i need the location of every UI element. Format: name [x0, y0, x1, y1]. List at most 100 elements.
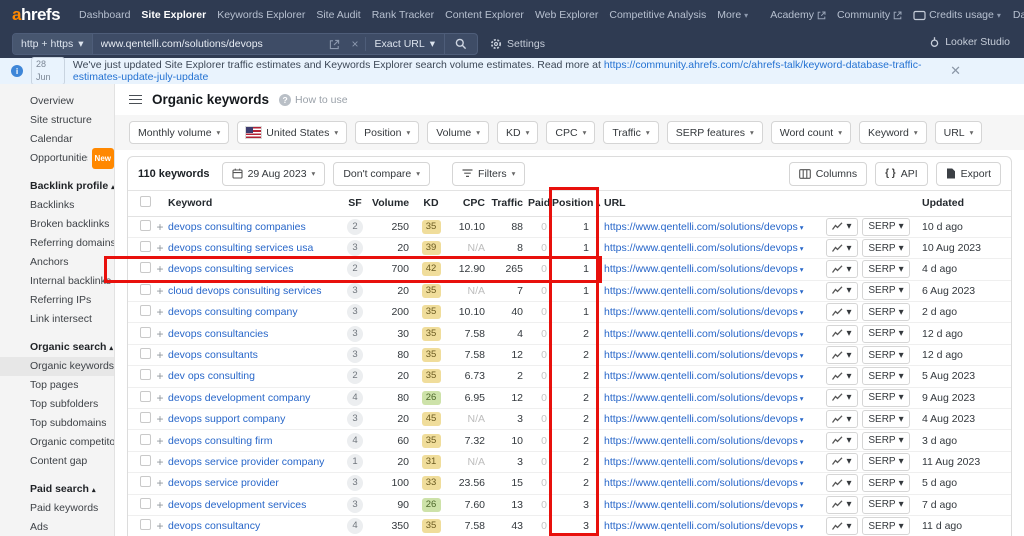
serp-button[interactable]: SERP ▾ — [862, 260, 910, 279]
expand-plus-icon[interactable]: + — [156, 391, 163, 405]
sidebar-section-header[interactable]: Organic search ▴ — [0, 338, 114, 357]
topnav-item[interactable]: Web Explorer — [535, 9, 598, 21]
serp-button[interactable]: SERP ▾ — [862, 303, 910, 322]
trend-chart-button[interactable]: ▾ — [826, 303, 858, 322]
sidebar-item[interactable]: Paid keywords — [0, 499, 114, 518]
expand-plus-icon[interactable]: + — [156, 284, 163, 298]
row-checkbox[interactable] — [139, 219, 151, 231]
sidebar-section-header[interactable]: Backlink profile ▴ — [0, 177, 114, 196]
keyword-link[interactable]: dev ops consulting — [168, 370, 255, 382]
expand-plus-icon[interactable]: + — [156, 220, 163, 234]
trend-chart-button[interactable]: ▾ — [826, 431, 858, 450]
keyword-link[interactable]: devops consultants — [168, 349, 258, 361]
trend-chart-button[interactable]: ▾ — [826, 388, 858, 407]
row-checkbox[interactable] — [139, 348, 151, 360]
row-checkbox[interactable] — [139, 241, 151, 253]
url-link[interactable]: https://www.qentelli.com/solutions/devop… — [604, 435, 804, 447]
trend-chart-button[interactable]: ▾ — [826, 474, 858, 493]
credits-usage-menu[interactable]: Credits usage ▾ — [913, 9, 1001, 21]
keyword-link[interactable]: devops development company — [168, 392, 310, 404]
keyword-link[interactable]: devops development services — [168, 499, 306, 511]
serp-button[interactable]: SERP ▾ — [862, 452, 910, 471]
clear-input-icon[interactable]: × — [346, 37, 365, 51]
sidebar-item[interactable]: Link intersect — [0, 310, 114, 329]
search-button[interactable] — [444, 34, 477, 54]
keyword-link[interactable]: devops consultancy — [168, 520, 260, 532]
serp-button[interactable]: SERP ▾ — [862, 217, 910, 236]
sidebar-item[interactable]: Top pages — [0, 376, 114, 395]
protocol-select[interactable]: http + https ▾ — [13, 34, 93, 54]
serp-button[interactable]: SERP ▾ — [862, 474, 910, 493]
trend-chart-button[interactable]: ▾ — [826, 324, 858, 343]
trend-chart-button[interactable]: ▾ — [826, 517, 858, 536]
sidebar-item[interactable]: Top subdomains — [0, 414, 114, 433]
looker-studio-button[interactable]: Looker Studio — [929, 36, 1010, 48]
expand-plus-icon[interactable]: + — [156, 455, 163, 469]
sidebar-item[interactable]: Anchors — [0, 253, 114, 272]
open-external-icon[interactable] — [323, 39, 346, 50]
col-updated[interactable]: Updated — [912, 191, 1011, 217]
filter-pill[interactable]: URL ▾ — [934, 121, 983, 144]
ahrefs-logo[interactable]: ahrefs — [12, 5, 61, 25]
col-position-sorted[interactable]: Position ▴ — [552, 191, 600, 217]
topnav-item[interactable]: More ▾ — [717, 9, 748, 21]
topnav-item[interactable]: Content Explorer — [445, 9, 524, 21]
row-checkbox[interactable] — [139, 305, 151, 317]
settings-button[interactable]: Settings — [490, 38, 545, 50]
target-url-input[interactable] — [92, 38, 323, 50]
filters-button[interactable]: Filters ▾ — [452, 161, 526, 186]
row-checkbox[interactable] — [139, 454, 151, 466]
sidebar-item[interactable]: Overview — [0, 92, 114, 111]
trend-chart-button[interactable]: ▾ — [826, 239, 858, 258]
topnav-item[interactable]: Rank Tracker — [372, 9, 434, 21]
row-checkbox[interactable] — [139, 433, 151, 445]
url-link[interactable]: https://www.qentelli.com/solutions/devop… — [604, 520, 804, 532]
expand-plus-icon[interactable]: + — [156, 498, 163, 512]
serp-button[interactable]: SERP ▾ — [862, 410, 910, 429]
keyword-link[interactable]: devops consulting services — [168, 263, 293, 275]
sidebar-item[interactable]: Backlinks — [0, 196, 114, 215]
topnav-item[interactable]: Dashboard — [79, 9, 130, 21]
row-checkbox[interactable] — [139, 497, 151, 509]
api-button[interactable]: { } API — [875, 161, 928, 186]
sidebar-item[interactable]: Broken backlinks — [0, 215, 114, 234]
url-link[interactable]: https://www.qentelli.com/solutions/devop… — [604, 477, 804, 489]
serp-button[interactable]: SERP ▾ — [862, 431, 910, 450]
sidebar-item[interactable]: Calendar — [0, 130, 114, 149]
collapse-sidebar-icon[interactable] — [129, 94, 142, 105]
url-link[interactable]: https://www.qentelli.com/solutions/devop… — [604, 349, 804, 361]
trend-chart-button[interactable]: ▾ — [826, 367, 858, 386]
topnav-item[interactable]: Site Audit — [316, 9, 360, 21]
keyword-link[interactable]: devops consulting services usa — [168, 242, 313, 254]
serp-button[interactable]: SERP ▾ — [862, 346, 910, 365]
row-checkbox[interactable] — [139, 369, 151, 381]
export-button[interactable]: Export — [935, 161, 1001, 186]
topnav-item-external[interactable]: Community — [837, 9, 902, 21]
serp-button[interactable]: SERP ▾ — [862, 388, 910, 407]
url-link[interactable]: https://www.qentelli.com/solutions/devop… — [604, 242, 804, 254]
expand-plus-icon[interactable]: + — [156, 476, 163, 490]
keyword-link[interactable]: devops consulting firm — [168, 435, 272, 447]
mode-select[interactable]: Exact URL ▾ — [366, 38, 444, 50]
expand-plus-icon[interactable]: + — [156, 369, 163, 383]
workspace-menu[interactable]: Daniel's workspace▾ — [1013, 9, 1024, 21]
expand-plus-icon[interactable]: + — [156, 348, 163, 362]
row-checkbox[interactable] — [139, 519, 151, 531]
trend-chart-button[interactable]: ▾ — [826, 217, 858, 236]
url-link[interactable]: https://www.qentelli.com/solutions/devop… — [604, 221, 804, 233]
keyword-link[interactable]: devops consultancies — [168, 328, 268, 340]
row-checkbox[interactable] — [139, 283, 151, 295]
row-checkbox[interactable] — [139, 412, 151, 424]
keyword-link[interactable]: devops support company — [168, 413, 285, 425]
date-picker-button[interactable]: 29 Aug 2023 ▾ — [221, 161, 326, 186]
expand-plus-icon[interactable]: + — [156, 241, 163, 255]
url-link[interactable]: https://www.qentelli.com/solutions/devop… — [604, 499, 804, 511]
col-sf[interactable]: SF — [338, 191, 372, 217]
trend-chart-button[interactable]: ▾ — [826, 495, 858, 514]
serp-button[interactable]: SERP ▾ — [862, 324, 910, 343]
keyword-link[interactable]: devops service provider company — [168, 456, 324, 468]
col-traffic[interactable]: Traffic — [490, 191, 528, 217]
trend-chart-button[interactable]: ▾ — [826, 410, 858, 429]
filter-pill[interactable]: KD ▾ — [497, 121, 539, 144]
sidebar-section-header[interactable]: Paid search ▴ — [0, 480, 114, 499]
